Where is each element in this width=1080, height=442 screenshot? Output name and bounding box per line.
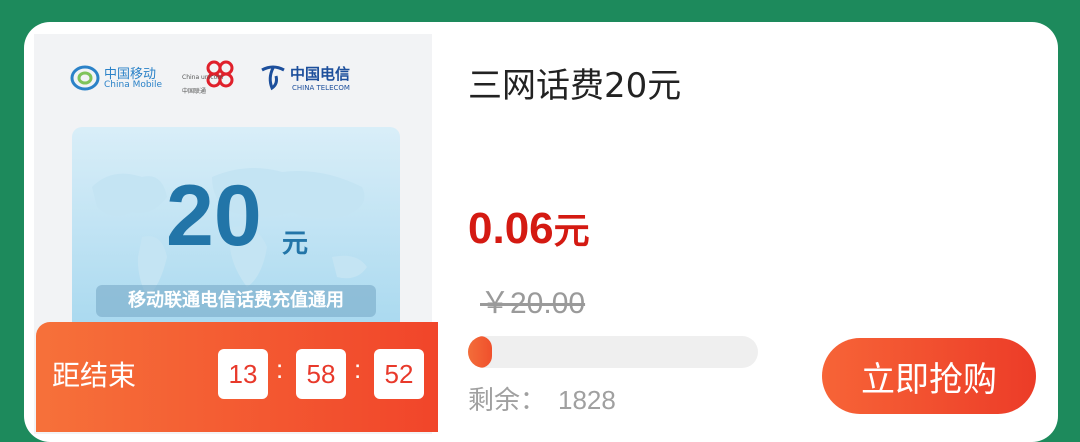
countdown-separator: : xyxy=(276,354,284,384)
sale-price-unit: 元 xyxy=(553,211,590,252)
china-telecom-logo: 中国电信 CHINA TELECOM xyxy=(258,60,368,96)
buy-now-button[interactable]: 立即抢购 xyxy=(822,338,1036,414)
countdown-hours: 13 xyxy=(218,349,268,399)
countdown-bar: 距结束 13 : 58 : 52 xyxy=(36,322,438,432)
countdown-label: 距结束 xyxy=(52,359,137,392)
countdown-seconds: 52 xyxy=(374,349,424,399)
remaining-value: 1828 xyxy=(558,385,616,415)
sale-price-value: 0.06 xyxy=(468,204,554,253)
product-title[interactable]: 三网话费20元 xyxy=(468,58,681,107)
voucher-note: 移动联通电信话费充值通用 xyxy=(96,285,376,317)
sale-price: 0.06元 xyxy=(468,202,590,254)
original-price: ￥20.00 xyxy=(480,287,586,320)
stock-progress-fill xyxy=(468,336,492,368)
china-unicom-en: China unicom xyxy=(182,74,224,81)
voucher-amount: 20 xyxy=(166,168,262,264)
voucher-card: 20 元 移动联通电信话费充值通用 xyxy=(72,127,400,337)
china-telecom-cn: 中国电信 xyxy=(290,65,351,83)
countdown-separator: : xyxy=(354,354,362,384)
china-telecom-icon xyxy=(261,65,285,91)
remaining-stock: 剩余： 1828 xyxy=(468,380,616,417)
china-unicom-cn: 中国联通 xyxy=(182,88,207,95)
countdown-minutes: 58 xyxy=(296,349,346,399)
china-mobile-en: China Mobile xyxy=(104,80,163,90)
china-unicom-logo: China unicom 中国联通 xyxy=(182,60,248,96)
stock-progress-bar xyxy=(468,336,758,368)
product-card[interactable]: 中国移动 China Mobile China unicom 中国联通 中国电信… xyxy=(24,22,1058,442)
carrier-logos: 中国移动 China Mobile China unicom 中国联通 中国电信… xyxy=(70,60,370,96)
china-telecom-en: CHINA TELECOM xyxy=(292,84,350,92)
voucher-unit: 元 xyxy=(282,229,309,259)
remaining-label: 剩余： xyxy=(468,386,547,416)
china-mobile-logo: 中国移动 China Mobile xyxy=(70,60,174,96)
china-mobile-icon xyxy=(70,65,100,91)
